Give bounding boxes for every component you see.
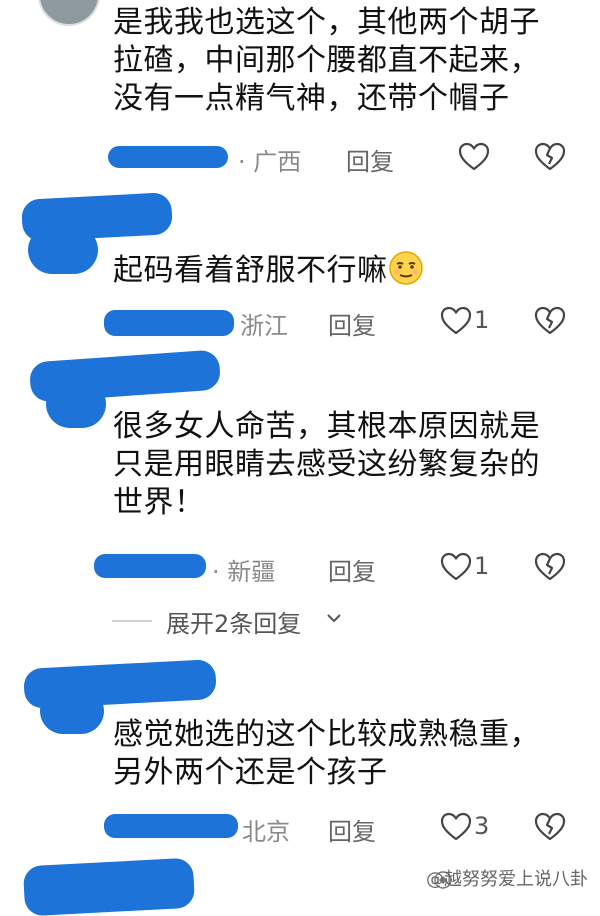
- comment-line: 没有一点精气神，还带个帽子: [113, 81, 510, 116]
- comment-line: 世界！: [113, 485, 205, 520]
- comment-line: 很多女人命苦，其根本原因就是: [113, 409, 540, 444]
- expand-replies-label[interactable]: 展开2条回复: [166, 604, 301, 639]
- comment-line: 拉碴，中间那个腰都直不起来，: [113, 43, 540, 78]
- avatar[interactable]: [38, 0, 100, 26]
- comment-text: 感觉她选的这个比较成熟稳重， 另外两个还是个孩子: [113, 716, 540, 792]
- like-count: 3: [474, 812, 490, 840]
- comment-text: 是我我也选这个，其他两个胡子 拉碴，中间那个腰都直不起来， 没有一点精气神，还带…: [113, 4, 540, 118]
- comment-line: 只是用眼睛去感受这纷繁复杂的: [113, 447, 540, 482]
- divider: [112, 620, 152, 622]
- comment-text: 起码看着舒服不行嘛: [113, 250, 424, 290]
- heart-outline-icon[interactable]: [440, 306, 472, 336]
- username[interactable]: [108, 146, 228, 168]
- username[interactable]: [104, 814, 238, 838]
- watermark: @越努努爱上说八卦: [426, 869, 588, 890]
- broken-heart-icon[interactable]: [534, 552, 566, 582]
- reply-button[interactable]: 回复: [328, 812, 376, 847]
- username[interactable]: [94, 554, 206, 578]
- reply-button[interactable]: 回复: [328, 552, 376, 587]
- username[interactable]: [104, 310, 234, 336]
- heart-outline-icon[interactable]: [440, 552, 472, 582]
- comment-line: 另外两个还是个孩子: [113, 755, 388, 790]
- ip-region: · 广西: [238, 148, 302, 176]
- broken-heart-icon[interactable]: [534, 306, 566, 336]
- broken-heart-icon[interactable]: [534, 812, 566, 842]
- broken-heart-icon[interactable]: [534, 142, 566, 172]
- smirk-emoji-icon: [388, 251, 423, 285]
- avatar[interactable]: [22, 857, 196, 916]
- expand-replies[interactable]: 展开2条回复: [0, 602, 600, 638]
- like-count: 1: [474, 306, 490, 334]
- avatar-scribble: [40, 688, 104, 734]
- comment-meta: 北京 回复 3: [0, 810, 600, 846]
- like-count: 1: [474, 552, 490, 580]
- avatar-scribble: [28, 226, 98, 274]
- comment-meta: · 广西 回复: [0, 140, 600, 176]
- avatar-scribble: [46, 380, 106, 428]
- comment-meta: · 新疆 回复 1: [0, 550, 600, 586]
- comment-meta: 浙江 回复 1: [0, 304, 600, 340]
- heart-outline-icon[interactable]: [458, 142, 490, 172]
- comment-line: 是我我也选这个，其他两个胡子: [113, 5, 540, 40]
- heart-outline-icon[interactable]: [440, 812, 472, 842]
- comment-text: 很多女人命苦，其根本原因就是 只是用眼睛去感受这纷繁复杂的 世界！: [113, 408, 540, 522]
- ip-region: 浙江: [240, 312, 288, 340]
- reply-button[interactable]: 回复: [346, 142, 394, 177]
- ip-region: 北京: [242, 818, 290, 846]
- ip-region: · 新疆: [212, 558, 276, 586]
- chevron-down-icon[interactable]: [326, 610, 342, 626]
- reply-button[interactable]: 回复: [328, 306, 376, 341]
- comment-line: 感觉她选的这个比较成熟稳重，: [113, 717, 540, 752]
- comment-line: 起码看着舒服不行嘛: [113, 253, 388, 288]
